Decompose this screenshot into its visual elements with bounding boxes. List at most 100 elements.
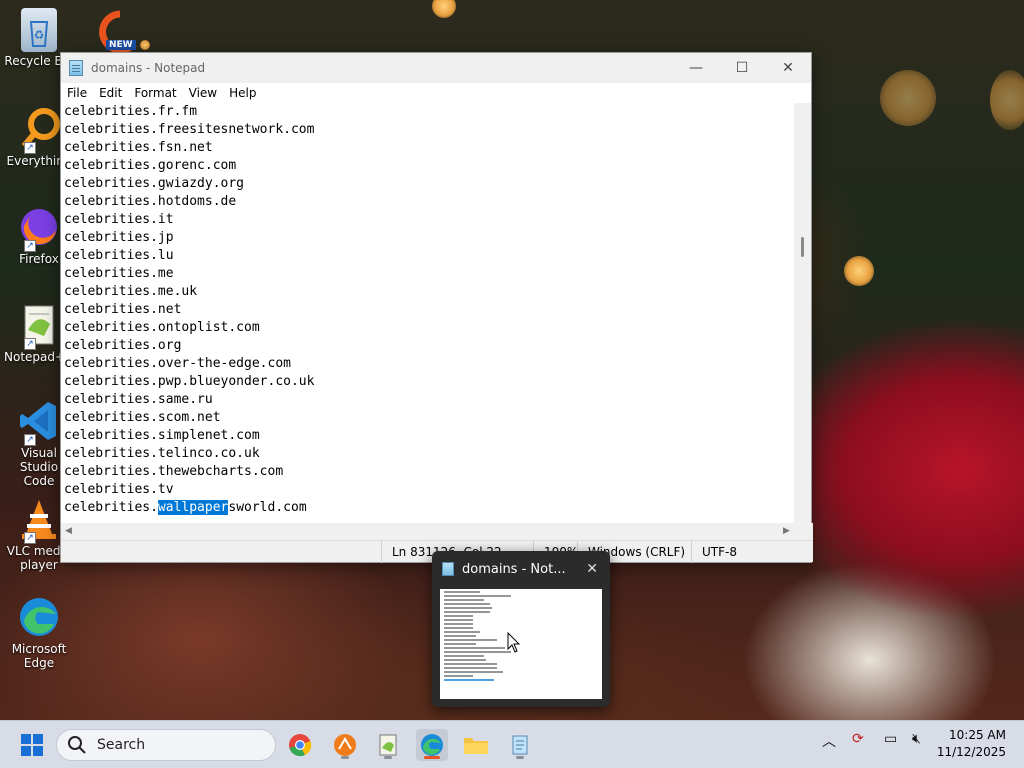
notepad-plus-plus-icon xyxy=(379,734,397,756)
taskbar-app-orange[interactable] xyxy=(329,729,361,761)
close-button[interactable]: ✕ xyxy=(765,53,811,83)
editor-line: celebrities.tv xyxy=(64,482,174,497)
notepad-icon xyxy=(442,562,454,576)
volume-muted-icon[interactable]: 🔇︎ xyxy=(912,731,921,747)
vertical-scrollbar[interactable] xyxy=(794,103,811,523)
thumbnail-line xyxy=(444,599,484,601)
show-hidden-icons-chevron-icon[interactable]: ︿ xyxy=(822,731,836,751)
minimize-icon: — xyxy=(689,60,703,76)
shortcut-arrow-icon: ↗ xyxy=(24,240,36,252)
shortcut-arrow-icon: ↗ xyxy=(24,142,36,154)
recycle-bin-icon: ♻ xyxy=(21,8,57,52)
new-badge: NEW xyxy=(106,40,136,50)
selected-text: wallpaper xyxy=(157,500,229,515)
vlc-icon: ↗ xyxy=(16,496,62,544)
thumbnail-line xyxy=(444,615,474,617)
editor-line: celebrities.lu xyxy=(64,248,174,263)
notepad-icon xyxy=(512,735,528,755)
menu-help[interactable]: Help xyxy=(223,83,262,103)
scroll-left-icon[interactable]: ◀ xyxy=(65,526,72,536)
bokeh-light xyxy=(432,0,456,18)
thumbnail-line xyxy=(444,639,497,641)
editor-line: celebrities.it xyxy=(64,212,174,227)
menu-edit[interactable]: Edit xyxy=(93,83,128,103)
menu-file[interactable]: File xyxy=(61,83,93,103)
shortcut-arrow-icon: ↗ xyxy=(24,338,36,350)
thumbnail-lines xyxy=(440,591,602,681)
preview-thumbnail[interactable] xyxy=(440,589,602,699)
preview-close-icon[interactable]: ✕ xyxy=(586,561,598,577)
taskbar-file-explorer[interactable] xyxy=(460,729,492,761)
thumbnail-line xyxy=(444,679,495,681)
edge-icon xyxy=(421,734,443,756)
vscode-icon: ↗ xyxy=(16,398,62,446)
clock-date: 11/12/2025 xyxy=(936,745,1006,759)
editor-line-selected: celebrities.wallpapersworld.com xyxy=(61,499,796,517)
everything-search-icon: ↗ xyxy=(16,106,62,154)
thumbnail-line xyxy=(444,655,484,657)
scroll-right-icon[interactable]: ▶ xyxy=(783,526,790,536)
editor-line: celebrities.scom.net xyxy=(64,410,221,425)
menu-format[interactable]: Format xyxy=(128,83,182,103)
editor-line: celebrities.telinco.co.uk xyxy=(64,446,260,461)
thumbnail-line xyxy=(444,647,505,649)
start-button[interactable] xyxy=(16,729,48,761)
editor-line: celebrities.gwiazdy.org xyxy=(64,176,245,191)
search-icon xyxy=(68,736,86,754)
maximize-button[interactable]: ☐ xyxy=(719,53,765,83)
editor-line: celebrities.fsn.net xyxy=(64,140,213,155)
taskbar-notepad-plus-plus[interactable] xyxy=(372,729,404,761)
firefox-icon: ↗ xyxy=(16,204,62,252)
close-icon: ✕ xyxy=(782,60,794,76)
thumbnail-line xyxy=(444,611,491,613)
chrome-icon xyxy=(289,734,312,757)
taskbar-chrome[interactable] xyxy=(284,729,316,761)
taskbar-search[interactable]: Search xyxy=(56,729,276,761)
windows-logo-icon xyxy=(21,734,43,756)
bokeh-light xyxy=(844,256,874,286)
sync-icon[interactable]: ⟳ xyxy=(852,731,864,747)
window-controls: — ☐ ✕ xyxy=(673,53,811,83)
minimize-button[interactable]: — xyxy=(673,53,719,83)
editor-line: celebrities.gorenc.com xyxy=(64,158,237,173)
notepad-plus-plus-icon: ↗ xyxy=(16,302,62,350)
search-placeholder: Search xyxy=(97,737,146,753)
notepad-icon xyxy=(69,60,83,76)
editor-line: celebrities.net xyxy=(64,302,182,317)
taskbar-edge[interactable] xyxy=(416,729,448,761)
bokeh-light xyxy=(880,70,936,126)
desktop-icon-edge[interactable]: Microsoft Edge xyxy=(4,594,74,670)
editor-line: celebrities.fr.fm xyxy=(64,104,198,119)
desktop-icon-label: Microsoft Edge xyxy=(11,642,67,670)
title-bar[interactable]: domains - Notepad — ☐ ✕ xyxy=(61,53,811,83)
editor-line: celebrities.ontoplist.com xyxy=(64,320,260,335)
new-app-icon[interactable]: NEW xyxy=(94,8,142,54)
horizontal-scrollbar[interactable]: ◀ ▶ xyxy=(61,523,813,540)
window-title: domains - Notepad xyxy=(91,61,206,75)
thumbnail-line xyxy=(444,595,512,597)
taskbar-notepad[interactable] xyxy=(504,729,536,761)
maximize-icon: ☐ xyxy=(735,60,749,76)
notepad-window[interactable]: domains - Notepad — ☐ ✕ File Edit Format… xyxy=(60,52,813,563)
editor-line: celebrities.pwp.blueyonder.co.uk xyxy=(64,374,315,389)
taskbar-clock[interactable]: 10:25 AM 11/12/2025 xyxy=(937,727,1006,761)
editor-line: celebrities.same.ru xyxy=(64,392,213,407)
menu-view[interactable]: View xyxy=(183,83,223,103)
editor-line: celebrities.me xyxy=(64,266,174,281)
thumbnail-line xyxy=(444,651,512,653)
network-display-icon[interactable]: ▭ xyxy=(884,731,897,747)
taskbar-thumbnail-preview[interactable]: domains - Not... ✕ xyxy=(432,551,610,707)
taskbar: Search ︿ ⟳ ▭ 🔇︎ 10:25 AM 11/12/2025 xyxy=(0,720,1024,768)
preview-title: domains - Not... xyxy=(462,561,566,577)
shortcut-arrow-icon: ↗ xyxy=(24,434,36,446)
thumbnail-line xyxy=(444,619,474,621)
editor-line: celebrities.jp xyxy=(64,230,174,245)
thumbnail-line xyxy=(444,675,474,677)
thumbnail-line xyxy=(444,607,493,609)
preview-title-bar: domains - Not... ✕ xyxy=(432,551,610,587)
thumbnail-line xyxy=(444,671,503,673)
thumbnail-line xyxy=(444,643,476,645)
thumbnail-line xyxy=(444,623,474,625)
text-editor[interactable]: celebrities.fr.fm celebrities.freesitesne… xyxy=(61,103,796,523)
vertical-scroll-thumb[interactable] xyxy=(801,237,804,257)
